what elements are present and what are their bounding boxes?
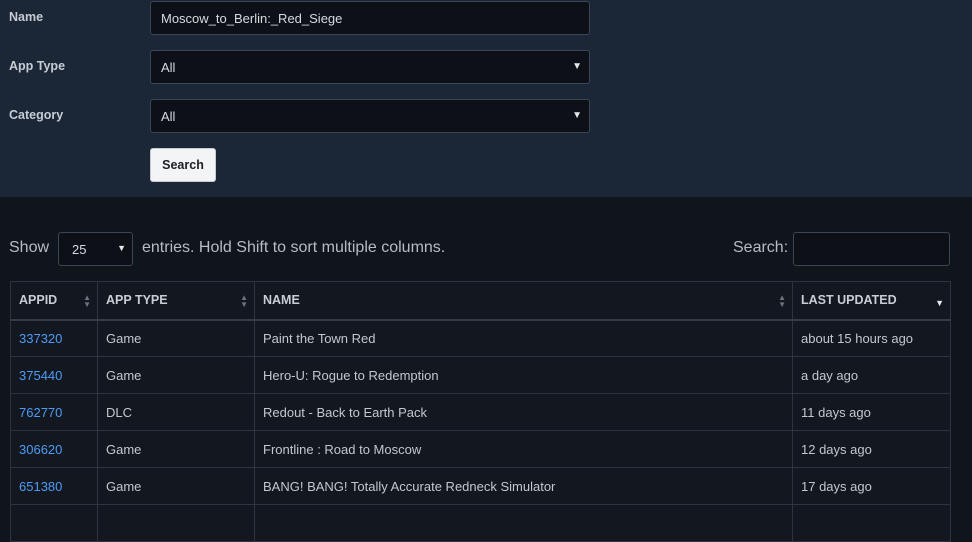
name-input-value: Moscow_to_Berlin:_Red_Siege [161, 10, 343, 26]
sort-descending-icon: ▼ [935, 298, 944, 308]
table-row: 375440 Game Hero-U: Rogue to Redemption … [10, 356, 951, 394]
search-button[interactable]: Search [150, 148, 216, 182]
table-row: 306620 Game Frontline : Road to Moscow 1… [10, 430, 951, 468]
column-header-appid[interactable]: APPID ▲ ▼ [10, 281, 98, 321]
apps-table: APPID ▲ ▼ APP TYPE ▲ ▼ NAME ▲ ▼ LAST UPDATE… [10, 281, 951, 542]
appid-link[interactable]: 651380 [10, 467, 98, 505]
app-name-cell [254, 504, 793, 542]
app-type-label: App Type [9, 59, 66, 73]
category-select[interactable]: All ▼ [150, 99, 590, 133]
column-header-last-updated[interactable]: LAST UPDATED ▼ [792, 281, 951, 321]
caret-down-icon: ▼ [572, 61, 582, 72]
app-type-value: All [161, 59, 176, 75]
app-name-cell: Paint the Town Red [254, 319, 793, 357]
appid-link[interactable]: 375440 [10, 356, 98, 394]
page-length-value: 25 [72, 241, 87, 257]
column-header-label: LAST UPDATED [801, 293, 897, 308]
column-header-label: APPID [19, 293, 58, 308]
app-type-cell: Game [97, 319, 255, 357]
app-name-cell: Redout - Back to Earth Pack [254, 393, 793, 431]
search-form-panel: Name Moscow_to_Berlin:_Red_Siege App Typ… [0, 0, 972, 197]
name-label: Name [9, 10, 44, 24]
appid-link[interactable]: 762770 [10, 393, 98, 431]
table-header-row: APPID ▲ ▼ APP TYPE ▲ ▼ NAME ▲ ▼ LAST UPDATE… [10, 281, 951, 321]
appid-link[interactable] [10, 504, 98, 542]
sort-both-icon: ▲ ▼ [240, 293, 248, 309]
page-length-select[interactable]: 25 ▼ [58, 232, 133, 266]
column-header-name[interactable]: NAME ▲ ▼ [254, 281, 793, 321]
table-row: 762770 DLC Redout - Back to Earth Pack 1… [10, 393, 951, 431]
table-row: 337320 Game Paint the Town Red about 15 … [10, 319, 951, 357]
last-updated-cell: about 15 hours ago [792, 319, 951, 357]
app-name-cell: Frontline : Road to Moscow [254, 430, 793, 468]
table-row [10, 504, 951, 542]
entries-hint: entries. Hold Shift to sort multiple col… [142, 239, 446, 256]
app-type-cell: DLC [97, 393, 255, 431]
app-type-cell: Game [97, 467, 255, 505]
category-label: Category [9, 108, 64, 122]
app-name-cell: Hero-U: Rogue to Redemption [254, 356, 793, 394]
category-value: All [161, 108, 176, 124]
column-header-app-type[interactable]: APP TYPE ▲ ▼ [97, 281, 255, 321]
name-input[interactable]: Moscow_to_Berlin:_Red_Siege [150, 1, 590, 35]
show-label: Show [9, 239, 50, 256]
table-search-input[interactable] [793, 232, 950, 266]
column-header-label: APP TYPE [106, 293, 168, 308]
app-type-cell: Game [97, 430, 255, 468]
sort-both-icon: ▲ ▼ [778, 293, 786, 309]
last-updated-cell: a day ago [792, 356, 951, 394]
last-updated-cell: 11 days ago [792, 393, 951, 431]
app-type-cell [97, 504, 255, 542]
table-search-label: Search: [733, 239, 789, 256]
last-updated-cell: 12 days ago [792, 430, 951, 468]
table-row: 651380 Game BANG! BANG! Totally Accurate… [10, 467, 951, 505]
appid-link[interactable]: 306620 [10, 430, 98, 468]
caret-down-icon: ▼ [117, 243, 126, 253]
caret-down-icon: ▼ [572, 110, 582, 121]
appid-link[interactable]: 337320 [10, 319, 98, 357]
app-type-select[interactable]: All ▼ [150, 50, 590, 84]
last-updated-cell: 17 days ago [792, 467, 951, 505]
app-type-cell: Game [97, 356, 255, 394]
sort-both-icon: ▲ ▼ [83, 293, 91, 309]
app-name-cell: BANG! BANG! Totally Accurate Redneck Sim… [254, 467, 793, 505]
column-header-label: NAME [263, 293, 300, 308]
last-updated-cell [792, 504, 951, 542]
